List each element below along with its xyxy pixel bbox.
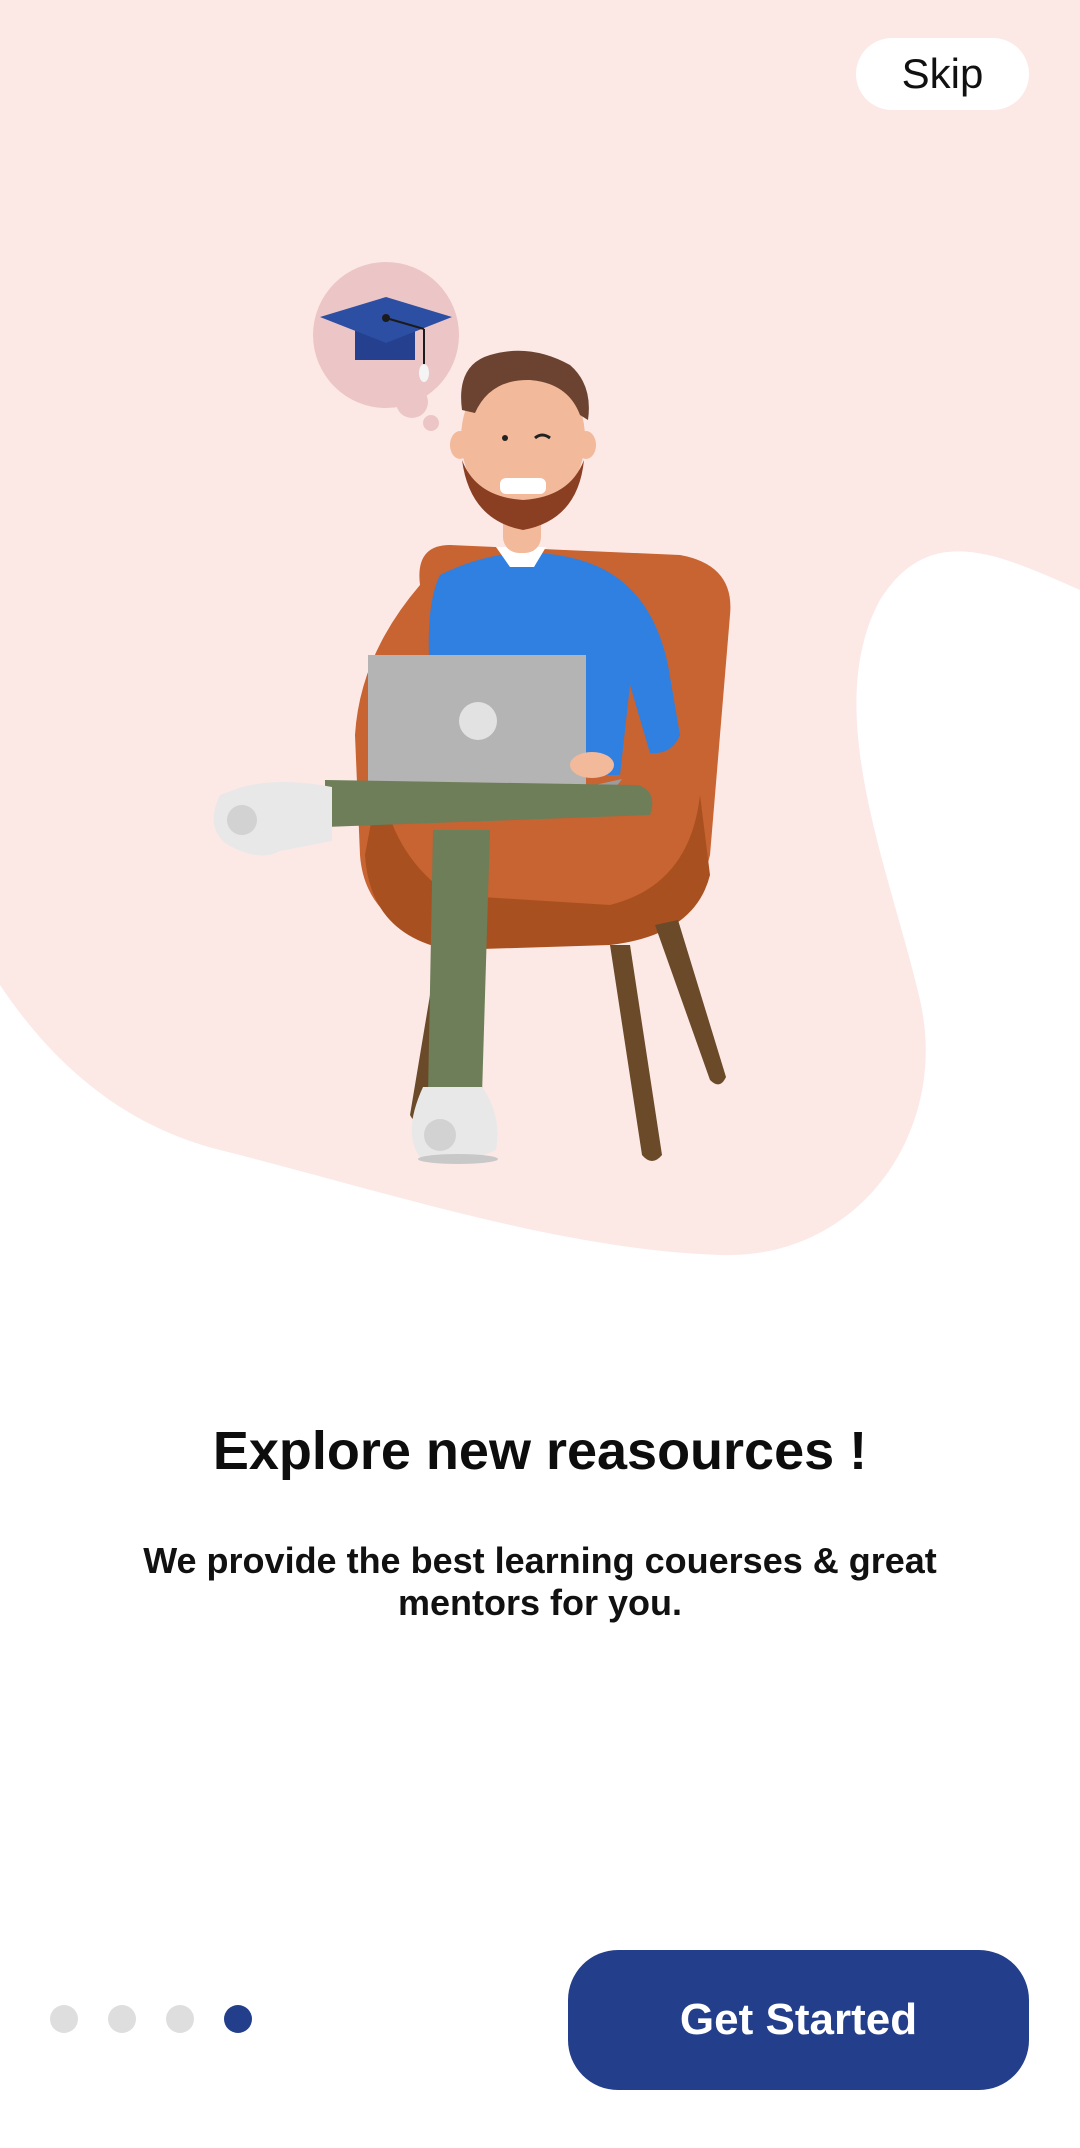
page-dot-4-active[interactable]: [224, 2005, 252, 2033]
page-dot-3[interactable]: [166, 2005, 194, 2033]
page-dot-2[interactable]: [108, 2005, 136, 2033]
get-started-button[interactable]: Get Started: [568, 1950, 1029, 2090]
onboarding-description: We provide the best learning couerses & …: [143, 1540, 937, 1623]
onboarding-headline: Explore new reasources !: [212, 1421, 868, 1481]
onboarding-illustration: [213, 262, 731, 1164]
page-indicator: [50, 2005, 252, 2033]
skip-button[interactable]: Skip: [856, 38, 1029, 110]
page-dot-1[interactable]: [50, 2005, 78, 2033]
